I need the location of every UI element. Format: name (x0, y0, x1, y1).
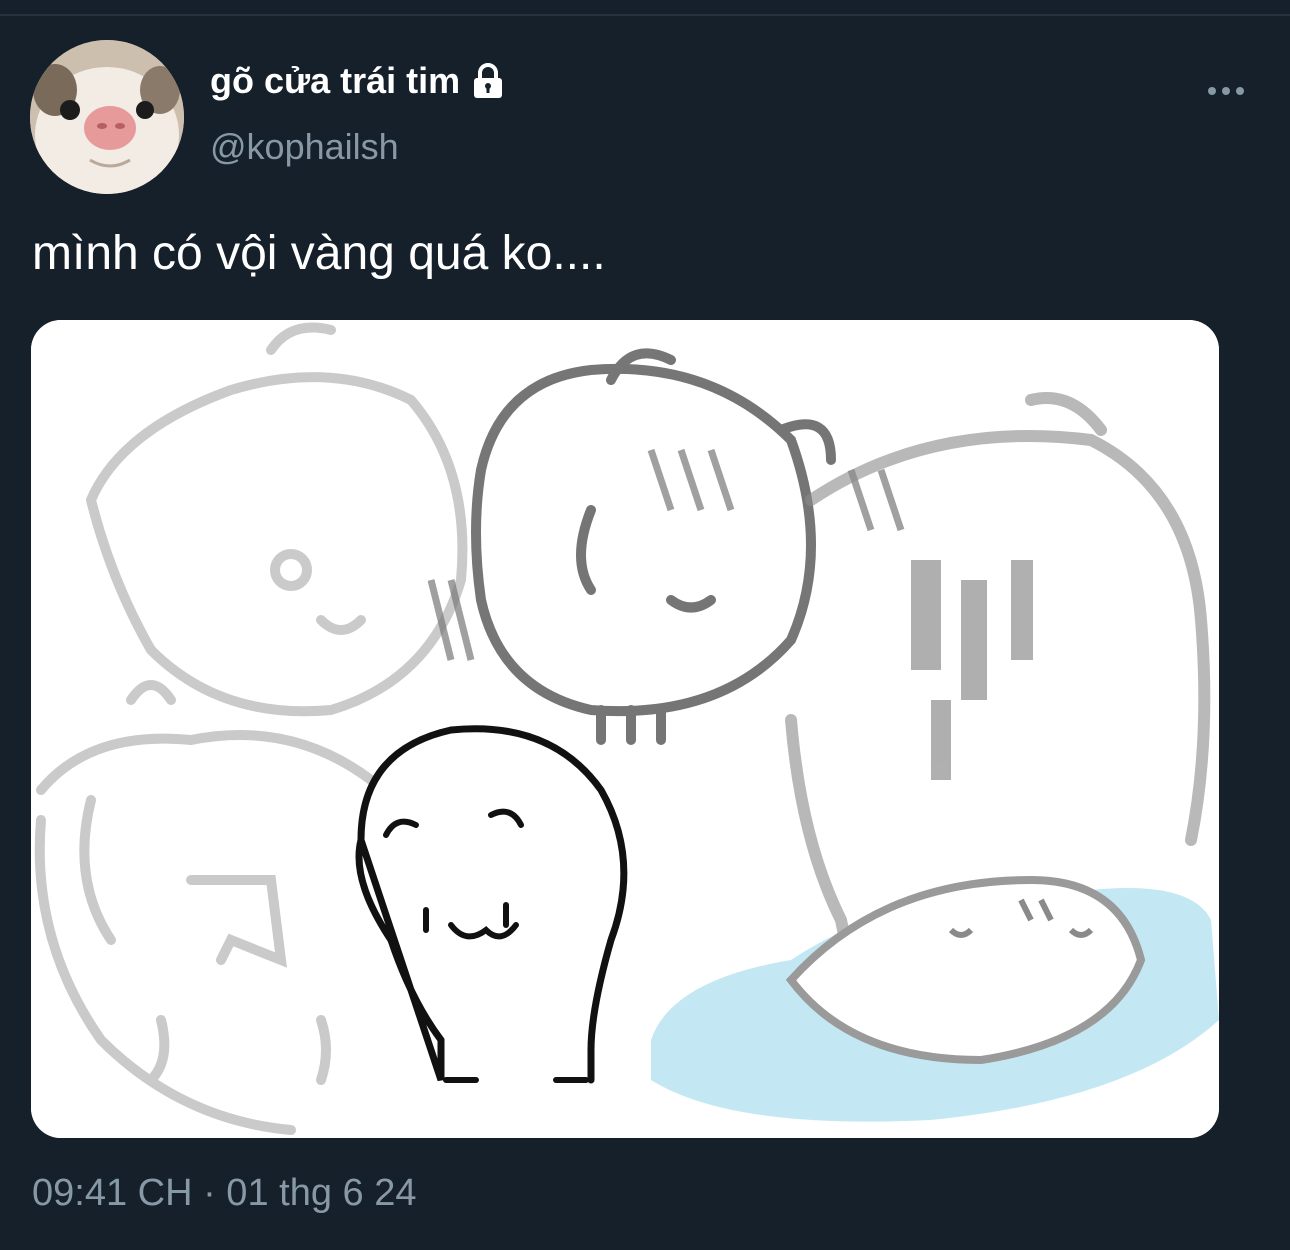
author-display-name-row[interactable]: gõ cửa trái tim (210, 60, 508, 102)
illustration-image (31, 320, 1219, 1138)
lock-icon (468, 61, 508, 101)
author-display-name[interactable]: gõ cửa trái tim (210, 60, 460, 102)
tweet-timestamp[interactable]: 09:41 CH · 01 thg 6 24 (32, 1172, 416, 1215)
author-handle[interactable]: @kophailsh (210, 126, 399, 168)
avatar[interactable] (30, 40, 184, 194)
tweet-text: mình có vội vàng quá ko.... (32, 227, 606, 280)
avatar-image (30, 40, 184, 194)
top-divider (0, 14, 1290, 16)
more-horizontal-icon[interactable] (1204, 76, 1248, 106)
tweet-media-image[interactable] (31, 320, 1219, 1138)
